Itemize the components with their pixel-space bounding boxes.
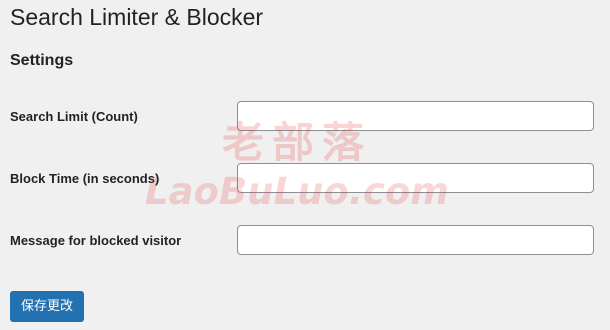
block-time-input[interactable] — [237, 163, 594, 193]
blocked-message-input[interactable] — [237, 225, 594, 255]
search-limit-input[interactable] — [237, 101, 594, 131]
settings-section-title: Settings — [10, 52, 74, 69]
search-limit-row: Search Limit (Count) — [10, 101, 596, 133]
blocked-message-row: Message for blocked visitor — [10, 225, 596, 257]
page-title: Search Limiter & Blocker — [10, 4, 264, 30]
save-changes-button[interactable]: 保存更改 — [10, 291, 85, 322]
blocked-message-label: Message for blocked visitor — [10, 233, 182, 248]
block-time-label: Block Time (in seconds) — [10, 171, 160, 186]
block-time-row: Block Time (in seconds) — [10, 163, 596, 195]
search-limit-label: Search Limit (Count) — [10, 109, 138, 124]
